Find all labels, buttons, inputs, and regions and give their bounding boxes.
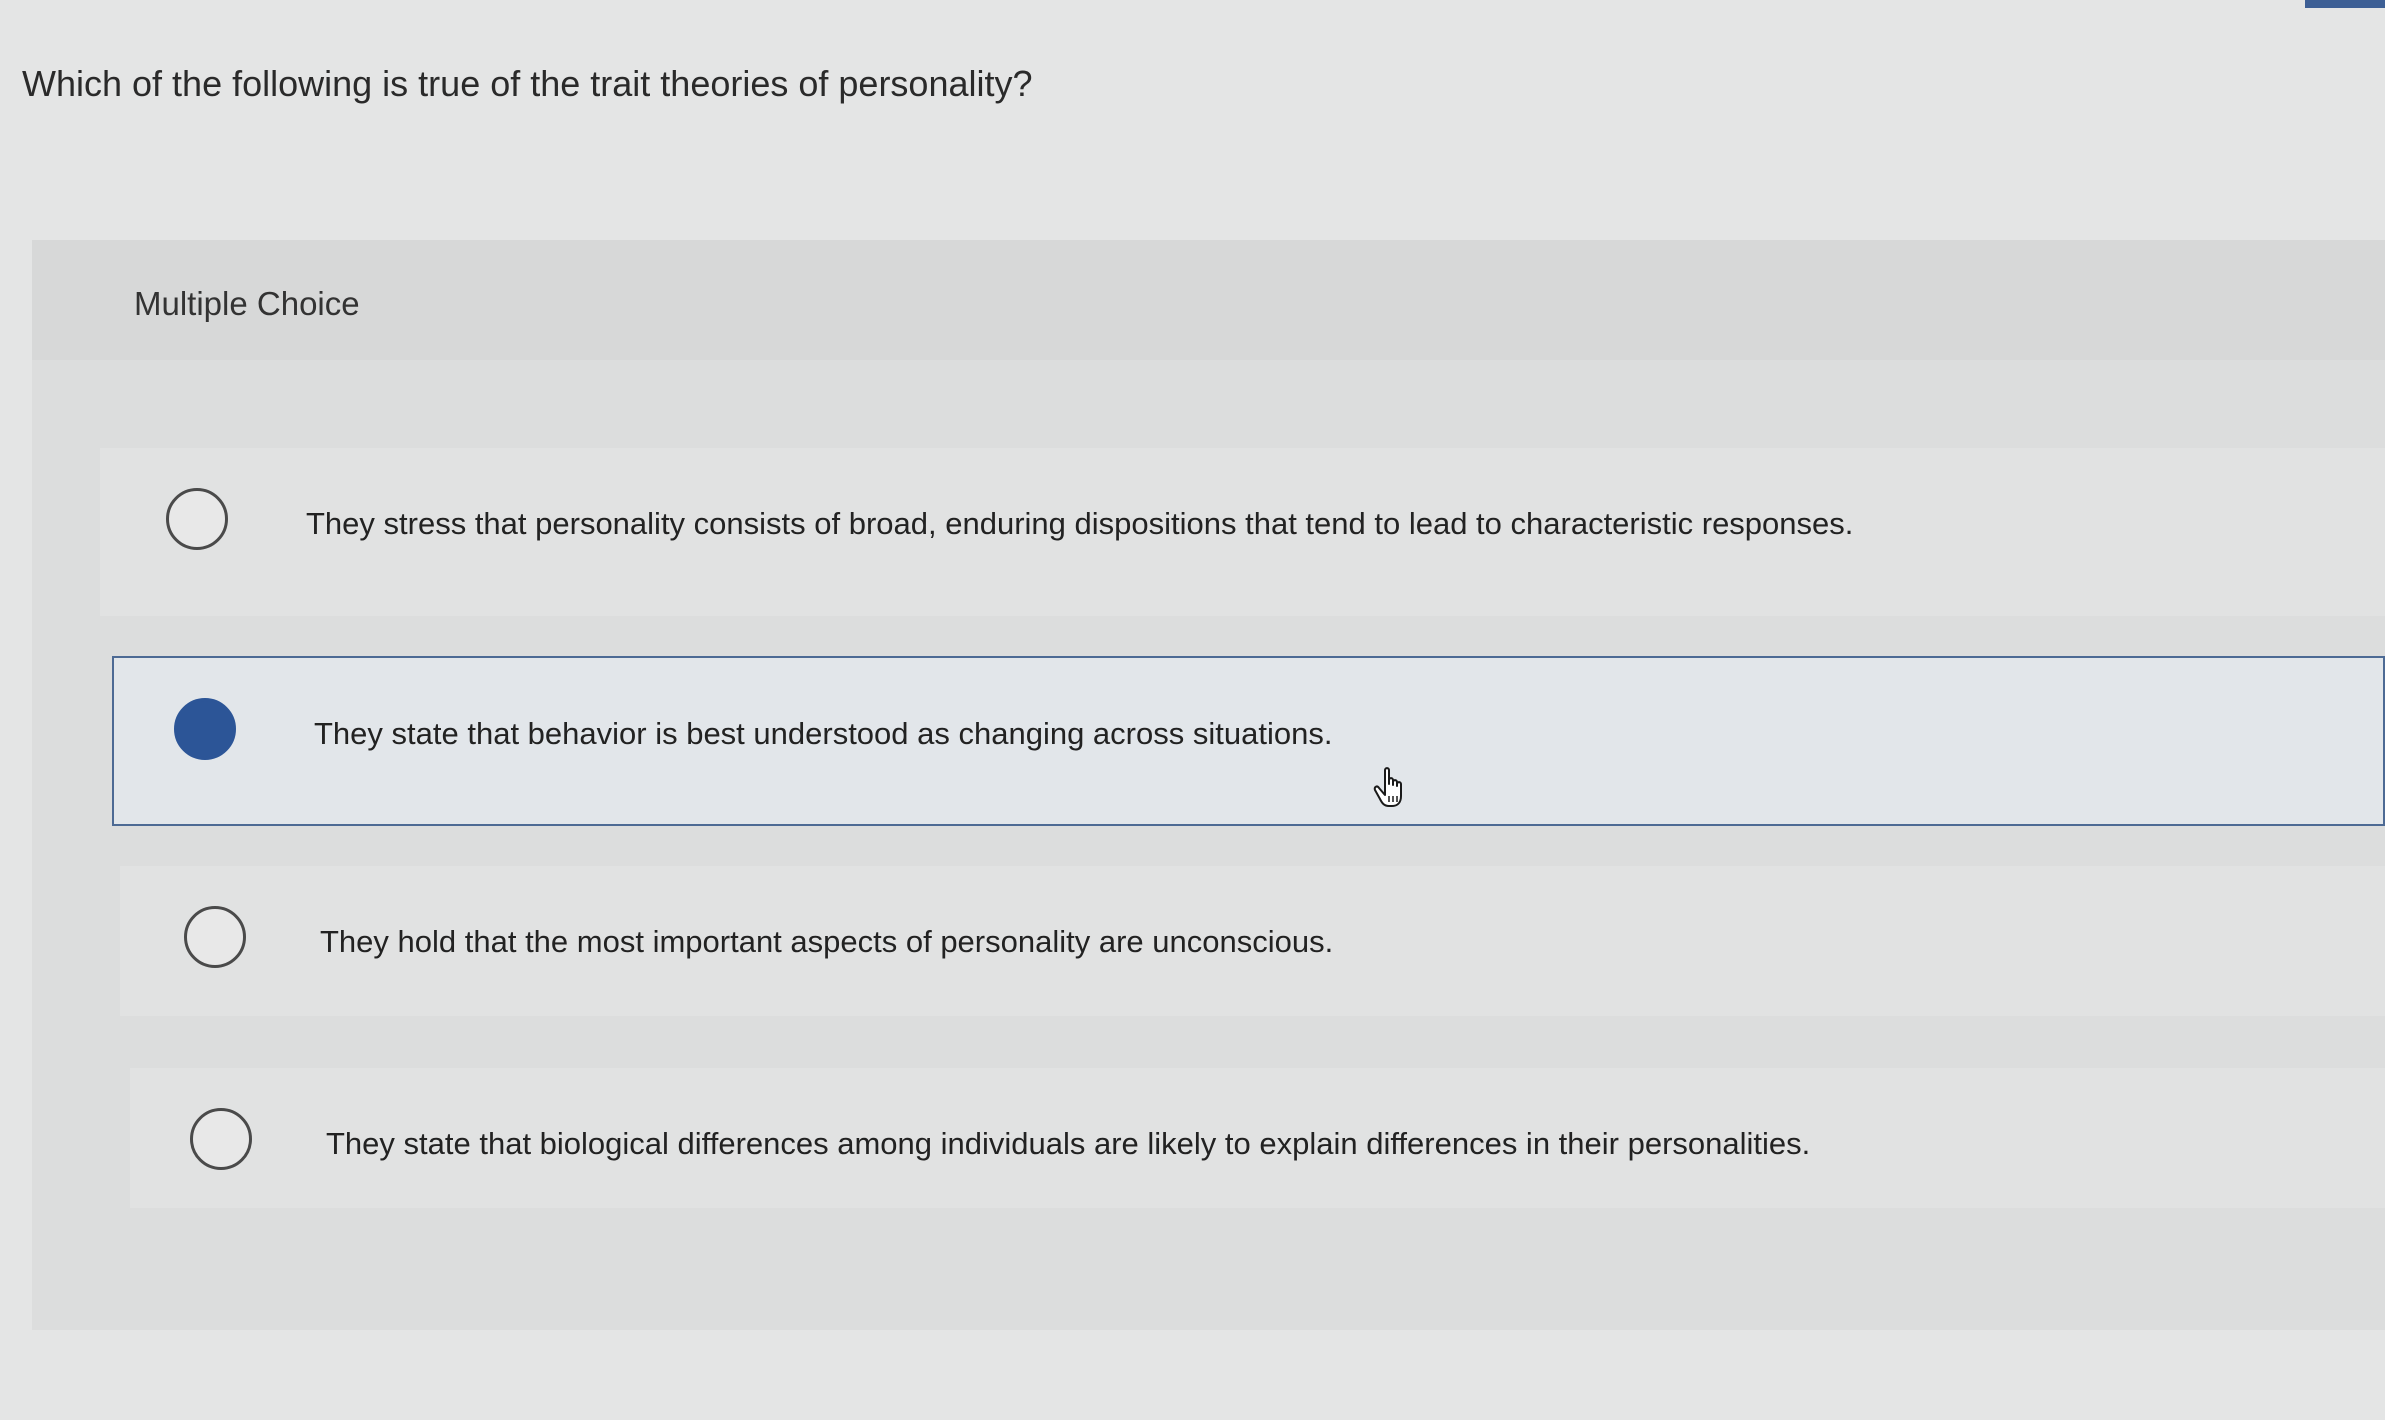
- option-text: They hold that the most important aspect…: [320, 924, 1334, 959]
- panel-header: Multiple Choice: [32, 240, 2385, 360]
- answer-option-1[interactable]: They stress that personality consists of…: [100, 448, 2385, 616]
- answer-option-2[interactable]: They state that behavior is best underst…: [112, 656, 2385, 826]
- radio-button-selected[interactable]: [174, 698, 236, 760]
- answer-option-4[interactable]: They state that biological differences a…: [130, 1068, 2385, 1208]
- question-text: Which of the following is true of the tr…: [22, 63, 1033, 104]
- radio-button[interactable]: [190, 1108, 252, 1170]
- question-type-label: Multiple Choice: [134, 285, 360, 322]
- radio-button[interactable]: [166, 488, 228, 550]
- radio-button[interactable]: [184, 906, 246, 968]
- hand-pointer-icon: [1373, 767, 1402, 807]
- option-text: They state that biological differences a…: [326, 1126, 1811, 1161]
- answer-option-3[interactable]: They hold that the most important aspect…: [120, 866, 2385, 1016]
- option-text: They stress that personality consists of…: [306, 506, 1854, 541]
- option-text: They state that behavior is best underst…: [314, 716, 1333, 751]
- top-accent-bar: [2305, 0, 2385, 8]
